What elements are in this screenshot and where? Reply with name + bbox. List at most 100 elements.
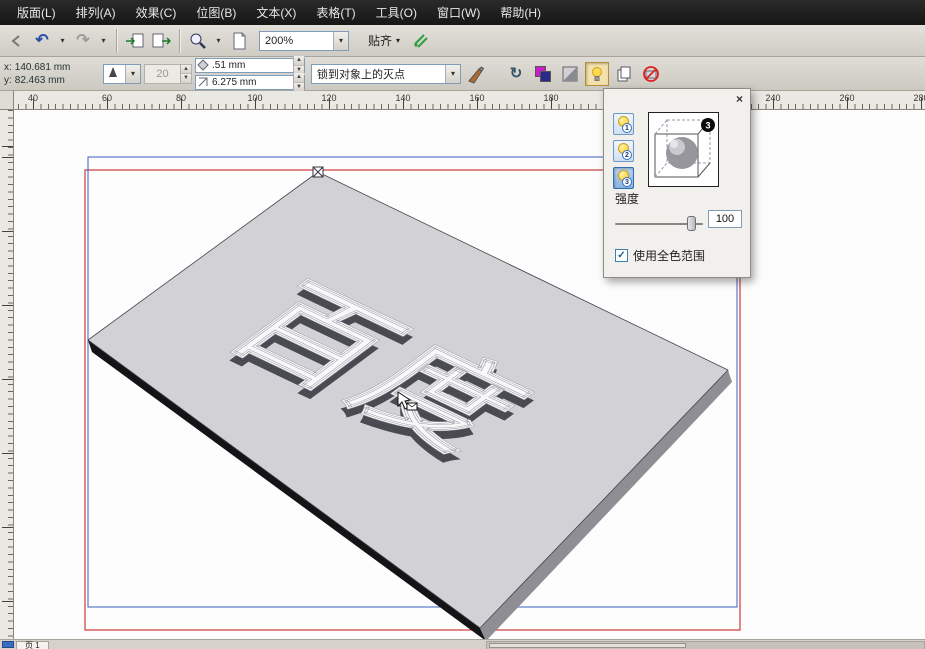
- zoom-level-combo[interactable]: 200% ▾: [259, 31, 349, 51]
- depth-field[interactable]: .51 mm ▲▼: [195, 58, 305, 73]
- light-number: 3: [622, 177, 632, 187]
- menu-item-6[interactable]: 表格(T): [307, 1, 364, 24]
- intensity-label: 强度: [615, 190, 639, 207]
- light-2-button[interactable]: 2: [613, 140, 634, 162]
- menu-item-5[interactable]: 文本(X): [247, 1, 305, 24]
- ruler-label-280: 280: [913, 93, 925, 103]
- outline-preset-arrow[interactable]: ▾: [125, 65, 140, 83]
- horizontal-ruler[interactable]: 406080100120140160180200220240260280: [0, 91, 925, 110]
- snap-label: 贴齐: [368, 32, 392, 49]
- menu-item-8[interactable]: 窗口(W): [428, 1, 489, 24]
- ruler-label-160: 160: [469, 93, 484, 103]
- y-value: 82.463 mm: [15, 75, 65, 86]
- copy-icon: [615, 65, 633, 83]
- back-arrow-icon: [8, 33, 24, 49]
- coreldraw-window: 版面(L)排列(A)效果(C)位图(B)文本(X)表格(T)工具(O)窗口(W)…: [0, 0, 925, 649]
- ruler-label-120: 120: [321, 93, 336, 103]
- rotate-icon: ↻: [510, 66, 523, 81]
- page-tab-label: 页 1: [25, 640, 40, 649]
- snap-dropdown[interactable]: 贴齐 ▾: [361, 29, 407, 53]
- toolbar-extra-button[interactable]: [4, 29, 28, 53]
- clear-extrude-icon: [642, 65, 660, 83]
- copy-extrude-button[interactable]: [612, 62, 636, 86]
- vanishing-point-marker[interactable]: [313, 167, 323, 177]
- import-icon: [125, 32, 145, 50]
- redo-dropdown[interactable]: ▾: [97, 30, 110, 52]
- slider-handle[interactable]: [687, 216, 696, 231]
- depth-spinner[interactable]: ▲▼: [293, 56, 304, 74]
- vertical-ruler[interactable]: [0, 110, 14, 639]
- undo-button[interactable]: ↶: [30, 29, 54, 53]
- page-tab[interactable]: 页 1: [16, 641, 49, 649]
- zoom-tool-icon: [189, 32, 207, 50]
- extrude-color-button[interactable]: [531, 62, 555, 86]
- redo-button[interactable]: ↷: [71, 29, 95, 53]
- zoom-tool-button[interactable]: [186, 29, 210, 53]
- export-button[interactable]: [149, 29, 173, 53]
- extrude-bevel-button[interactable]: [558, 62, 582, 86]
- light-1-button[interactable]: 1: [613, 113, 634, 135]
- menu-item-4[interactable]: 位图(B): [187, 1, 245, 24]
- property-bar: x: 140.681 mm y: 82.463 mm ▾ 20 ▲▼ .51 m…: [0, 57, 925, 91]
- panel-close-button[interactable]: ×: [732, 91, 747, 106]
- position-readout: x: 140.681 mm y: 82.463 mm: [4, 62, 100, 86]
- horizontal-scrollbar[interactable]: [486, 641, 925, 649]
- preset-spinner[interactable]: 20 ▲▼: [144, 64, 192, 84]
- scrollbar-thumb[interactable]: [489, 643, 686, 648]
- vanishing-point-value: 锁到对象上的灭点: [312, 66, 445, 82]
- bevel-depth-spinner[interactable]: ▲▼: [293, 73, 304, 91]
- bevel-icon: [561, 65, 579, 83]
- menu-item-1[interactable]: 版面(L): [8, 1, 65, 24]
- import-button[interactable]: [123, 29, 147, 53]
- outline-preset-dropdown[interactable]: ▾: [103, 64, 141, 84]
- clear-extrude-button[interactable]: [639, 62, 663, 86]
- full-color-checkbox[interactable]: ✓: [615, 249, 628, 262]
- page-nav-icon[interactable]: [2, 641, 14, 648]
- ruler-label-60: 60: [102, 93, 112, 103]
- light-3-button[interactable]: 3: [613, 167, 634, 189]
- undo-dropdown[interactable]: ▾: [56, 30, 69, 52]
- light-buttons: 1 2 3: [613, 113, 634, 189]
- preset-spinner-arrows[interactable]: ▲▼: [180, 65, 191, 83]
- bevel-depth-icon: [197, 76, 209, 88]
- redo-icon: ↷: [76, 33, 89, 49]
- menu-item-9[interactable]: 帮助(H): [491, 1, 550, 24]
- zoom-level-dropdown[interactable]: ▾: [333, 32, 348, 50]
- preview-light-number: 3: [705, 121, 710, 131]
- bevel-depth-field[interactable]: 6.275 mm ▲▼: [195, 75, 305, 90]
- extrude-rotation-button[interactable]: ↻: [504, 62, 528, 86]
- drawing-svg: 百度 百度: [0, 110, 925, 639]
- menu-item-3[interactable]: 效果(C): [127, 1, 186, 24]
- ruler-label-80: 80: [176, 93, 186, 103]
- lightbulb-icon: [589, 66, 605, 82]
- vanishing-point-arrow[interactable]: ▾: [445, 65, 460, 83]
- zoom-tool-dropdown[interactable]: ▾: [212, 30, 225, 52]
- full-color-row: ✓ 使用全色范围: [615, 247, 705, 264]
- snap-options-icon: [412, 32, 430, 50]
- intensity-slider[interactable]: [615, 216, 703, 231]
- menu-item-7[interactable]: 工具(O): [367, 1, 426, 24]
- ruler-label-260: 260: [839, 93, 854, 103]
- y-label: y:: [4, 75, 12, 86]
- intensity-input[interactable]: [708, 210, 742, 228]
- ruler-corner[interactable]: [0, 91, 14, 110]
- depth-icon: [197, 59, 209, 71]
- vp-brush-button[interactable]: [464, 62, 488, 86]
- lighting-preview[interactable]: 3: [648, 112, 719, 187]
- menu-item-2[interactable]: 排列(A): [67, 1, 125, 24]
- extrude-lighting-button[interactable]: [585, 62, 609, 86]
- lighting-preview-cube: 3: [649, 113, 718, 186]
- canvas[interactable]: 百度 百度: [0, 110, 925, 639]
- export-icon: [151, 32, 171, 50]
- page-preview-button[interactable]: [227, 29, 251, 53]
- ruler-label-100: 100: [247, 93, 262, 103]
- snap-options-button[interactable]: [409, 29, 433, 53]
- ruler-label-240: 240: [765, 93, 780, 103]
- ruler-label-140: 140: [395, 93, 410, 103]
- separator: [116, 29, 117, 53]
- vanishing-point-combo[interactable]: 锁到对象上的灭点 ▾: [311, 64, 461, 84]
- bevel-depth-value: 6.275 mm: [210, 77, 293, 88]
- undo-icon: ↶: [35, 33, 48, 49]
- ruler-label-180: 180: [543, 93, 558, 103]
- light-number: 1: [622, 123, 632, 133]
